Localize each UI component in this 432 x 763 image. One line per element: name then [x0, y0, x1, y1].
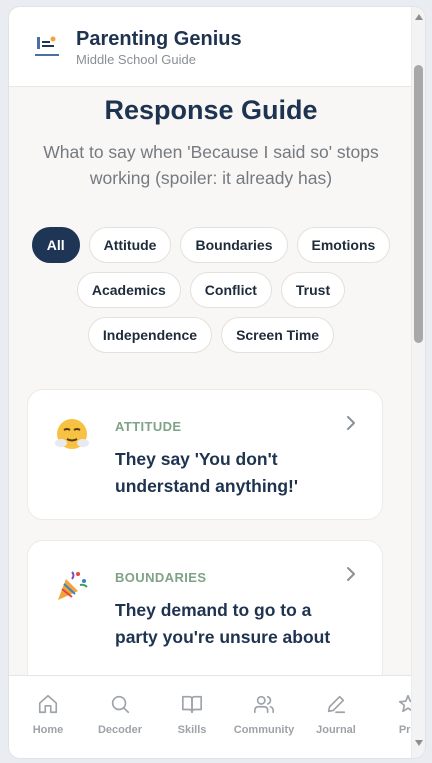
app-title: Parenting Genius: [76, 28, 242, 50]
nav-label: Journal: [316, 724, 356, 736]
party-popper-emoji-icon: [58, 571, 88, 600]
nav-label: Home: [32, 724, 64, 736]
nav-label: Skills: [177, 724, 207, 736]
app-viewport: Parenting Genius Middle School Guide Res…: [9, 7, 413, 758]
filter-chip-conflict[interactable]: Conflict: [189, 272, 272, 308]
card-text: They demand to go to a party you're unsu…: [115, 600, 331, 647]
app-header: Parenting Genius Middle School Guide: [9, 7, 413, 87]
card-category: BOUNDARIES: [115, 570, 207, 585]
app-logo: [35, 36, 59, 56]
search-icon: [111, 695, 130, 714]
chevron-right-icon: [347, 567, 355, 581]
face-with-steam-emoji-icon: [55, 419, 89, 449]
filter-chip-emotions[interactable]: Emotions: [296, 227, 391, 263]
filter-chip-attitude[interactable]: Attitude: [88, 227, 172, 263]
app-frame: Parenting Genius Middle School Guide Res…: [8, 6, 426, 759]
nav-label: Decoder: [97, 724, 143, 736]
scroll-down-arrow-icon[interactable]: [414, 738, 424, 748]
filter-chip-all[interactable]: All: [31, 227, 80, 263]
nav-item-journal[interactable]: Journal: [299, 676, 371, 758]
page-subtitle: What to say when 'Because I said so' sto…: [43, 142, 379, 188]
page-title: Response Guide: [104, 95, 318, 125]
filter-chip-academics[interactable]: Academics: [76, 272, 181, 308]
filter-chip-screen-time[interactable]: Screen Time: [221, 317, 335, 353]
nav-item-decoder[interactable]: Decoder: [83, 676, 155, 758]
response-card[interactable]: ATTITUDE They say 'You don't understand …: [27, 389, 383, 520]
filter-chip-boundaries[interactable]: Boundaries: [180, 227, 288, 263]
nav-item-pro[interactable]: Pro: [371, 676, 413, 758]
scroll-up-arrow-icon[interactable]: [414, 12, 424, 22]
chevron-right-icon: [347, 416, 355, 430]
nav-item-community[interactable]: Community: [227, 676, 299, 758]
scroll-thumb[interactable]: [414, 65, 423, 343]
scrollbar[interactable]: [411, 7, 425, 758]
book-icon: [182, 695, 202, 714]
nav-item-skills[interactable]: Skills: [155, 676, 227, 758]
filter-chip-trust[interactable]: Trust: [280, 272, 346, 308]
bottom-nav: Home Decoder Skills Community Journal Pr: [9, 675, 413, 758]
card-text: They say 'You don't understand anything!…: [115, 449, 299, 496]
nav-item-home[interactable]: Home: [11, 676, 83, 758]
pen-icon: [327, 695, 346, 714]
filter-chips: All Attitude Boundaries Emotions Academi…: [29, 227, 393, 353]
nav-label: Community: [233, 724, 295, 736]
app-subtitle: Middle School Guide: [76, 52, 196, 67]
card-category: ATTITUDE: [115, 419, 182, 434]
nav-label: Pro: [398, 724, 413, 736]
filter-chip-independence[interactable]: Independence: [87, 317, 213, 353]
users-icon: [254, 695, 274, 714]
home-icon: [38, 694, 58, 714]
